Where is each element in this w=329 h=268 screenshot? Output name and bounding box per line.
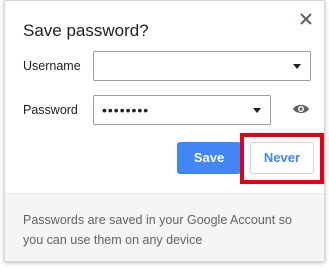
close-icon[interactable] bbox=[298, 11, 314, 27]
footer-text: Passwords are saved in your Google Accou… bbox=[23, 213, 292, 247]
username-select[interactable] bbox=[93, 51, 311, 81]
dialog-title: Save password? bbox=[23, 21, 149, 40]
password-value: •••••••• bbox=[102, 102, 150, 118]
chevron-down-icon bbox=[253, 108, 261, 113]
footer-section: Passwords are saved in your Google Accou… bbox=[5, 193, 324, 261]
username-label: Username bbox=[23, 59, 81, 73]
save-password-dialog: Save password? Username Password •••••••… bbox=[4, 0, 325, 262]
password-select[interactable]: •••••••• bbox=[93, 95, 271, 125]
save-button[interactable]: Save bbox=[177, 142, 241, 174]
eye-icon[interactable] bbox=[292, 102, 310, 116]
chevron-down-icon bbox=[293, 64, 301, 69]
password-label: Password bbox=[23, 103, 78, 117]
highlight-box bbox=[240, 133, 324, 184]
